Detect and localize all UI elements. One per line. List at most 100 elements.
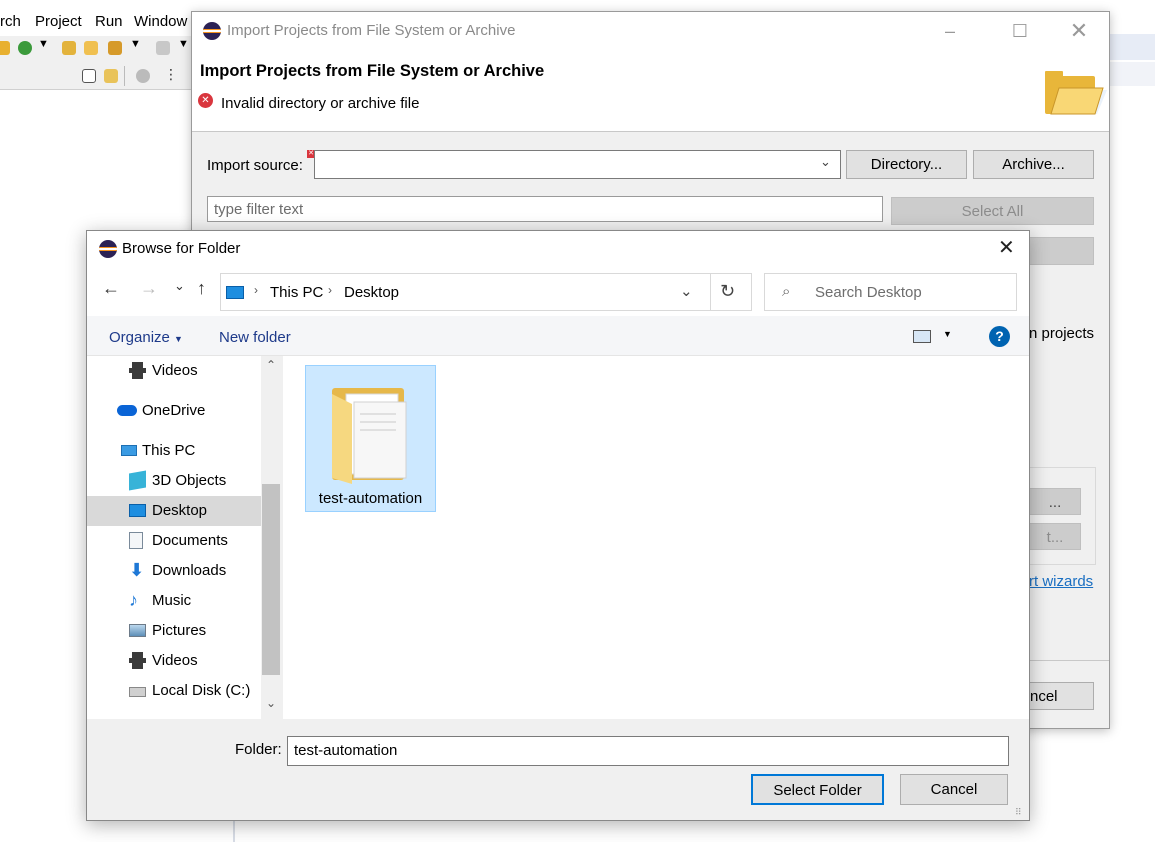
folder-item-test-automation[interactable]: test-automation: [305, 365, 436, 512]
3d-objects-icon: [129, 470, 146, 491]
chevron-down-icon[interactable]: ⌄: [680, 282, 693, 300]
organize-label: Organize: [109, 329, 170, 346]
breadcrumb-desktop[interactable]: Desktop: [344, 284, 399, 301]
new-icon[interactable]: [0, 41, 10, 55]
import-header-title: Import Projects from File System or Arch…: [200, 62, 545, 80]
tree-item-local-disk[interactable]: Local Disk (C:): [87, 676, 261, 706]
archive-button[interactable]: Archive...: [973, 150, 1094, 179]
dropdown-arrow-icon[interactable]: ▼: [130, 38, 141, 50]
search-icon: ⌕: [782, 283, 791, 300]
this-pc-icon: [121, 445, 137, 456]
tree-item-pictures[interactable]: Pictures: [87, 616, 261, 646]
close-icon[interactable]: ✕: [998, 235, 1015, 260]
collapse-all-icon[interactable]: [82, 69, 96, 83]
up-arrow-icon[interactable]: ↑: [197, 278, 206, 299]
cancel-button[interactable]: Cancel: [900, 774, 1008, 805]
help-icon[interactable]: ?: [989, 326, 1010, 347]
editor-divider: [233, 818, 235, 842]
folder-item-label: test-automation: [318, 490, 423, 507]
filter-placeholder: type filter text: [214, 201, 304, 218]
focus-icon[interactable]: [136, 69, 150, 83]
refresh-icon[interactable]: [18, 41, 32, 55]
downloads-icon: ⬇: [129, 560, 145, 580]
close-icon[interactable]: ✕: [1056, 12, 1102, 50]
link-editor-icon[interactable]: [104, 69, 118, 83]
import-cancel-button[interactable]: ncel: [1029, 682, 1094, 710]
tree-item-videos[interactable]: Videos: [87, 646, 261, 676]
eclipse-logo-icon: [203, 22, 221, 40]
view-menu-icon[interactable]: ⋮: [164, 66, 178, 83]
tree-item-downloads[interactable]: ⬇ Downloads: [87, 556, 261, 586]
select-folder-button[interactable]: Select Folder: [751, 774, 884, 805]
tree-item-label: Desktop: [152, 502, 208, 519]
open-project-icon[interactable]: [62, 41, 76, 55]
dropdown-arrow-icon[interactable]: ▼: [943, 329, 952, 339]
tree-item-3d-objects[interactable]: 3D Objects: [87, 466, 261, 496]
tree-item-label: OneDrive: [142, 402, 206, 419]
folder-name-value: test-automation: [294, 742, 398, 759]
breadcrumb-separator-icon: ›: [254, 283, 258, 297]
scroll-up-icon[interactable]: ⌃: [266, 358, 276, 372]
forward-arrow-icon[interactable]: →: [140, 278, 158, 299]
address-bar[interactable]: › This PC › Desktop ⌄ ↻: [220, 273, 752, 311]
onedrive-icon: [117, 405, 137, 416]
scrollbar-thumb[interactable]: [262, 484, 280, 675]
tree-item-documents[interactable]: Documents: [87, 526, 261, 556]
tree-item-desktop[interactable]: Desktop: [87, 496, 261, 526]
tree-item-label: 3D Objects: [152, 472, 227, 489]
directory-button[interactable]: Directory...: [846, 150, 967, 179]
folder-banner-icon: [1045, 71, 1107, 115]
import-source-label: Import source:: [207, 157, 303, 174]
download-icon[interactable]: [156, 41, 170, 55]
chevron-down-icon[interactable]: ⌄: [820, 154, 831, 170]
filter-input[interactable]: type filter text: [207, 196, 883, 222]
breadcrumb-this-pc[interactable]: This PC: [270, 284, 323, 301]
folder-icon: [332, 388, 407, 484]
search-box[interactable]: ⌕ Search Desktop: [764, 273, 1017, 311]
minimize-icon[interactable]: –: [927, 12, 973, 50]
import-wizards-link[interactable]: rt wizards: [1029, 573, 1093, 590]
maximize-icon[interactable]: ☐: [997, 12, 1043, 50]
recent-locations-chevron-icon[interactable]: ⌄: [174, 278, 185, 294]
new-folder-button[interactable]: New folder: [219, 329, 291, 346]
organize-menu[interactable]: Organize ▼: [109, 329, 183, 346]
import-dialog-title: Import Projects from File System or Arch…: [227, 22, 516, 39]
browse-dialog-titlebar: Browse for Folder ✕: [87, 231, 1029, 266]
tree-item-this-pc[interactable]: This PC: [87, 436, 261, 466]
folder-name-input[interactable]: test-automation: [287, 736, 1009, 766]
music-icon: ♪: [129, 590, 138, 610]
back-arrow-icon[interactable]: ←: [102, 278, 120, 299]
tree-item-videos-top[interactable]: Videos: [87, 356, 261, 386]
videos-icon: [129, 362, 146, 379]
menu-run[interactable]: Run: [95, 13, 123, 30]
tree-item-music[interactable]: ♪ Music: [87, 586, 261, 616]
tree-item-label: Documents: [152, 532, 228, 549]
local-disk-icon: [129, 687, 146, 697]
menu-window[interactable]: Window: [134, 13, 187, 30]
open-folder-icon[interactable]: [84, 41, 98, 55]
error-message: Invalid directory or archive file: [221, 95, 420, 112]
search-nested-projects-label: n projects: [1029, 325, 1095, 342]
working-set-new-button[interactable]: ...: [1029, 488, 1081, 515]
import-dialog-header: Import Projects from File System or Arch…: [192, 50, 1109, 132]
change-view-icon[interactable]: [913, 330, 931, 343]
select-all-button[interactable]: Select All: [891, 197, 1094, 225]
menu-project[interactable]: Project: [35, 13, 82, 30]
tree-scrollbar[interactable]: ⌃ ⌄: [261, 356, 283, 719]
dropdown-arrow-icon: ▼: [174, 334, 183, 344]
wand-icon[interactable]: [108, 41, 122, 55]
search-placeholder: Search Desktop: [815, 284, 922, 301]
working-set-select-button[interactable]: t...: [1029, 523, 1081, 550]
scroll-down-icon[interactable]: ⌄: [266, 696, 276, 710]
dropdown-arrow-icon[interactable]: ▼: [38, 38, 49, 50]
tree-item-label: Local Disk (C:): [152, 682, 251, 699]
tree-item-onedrive[interactable]: OneDrive: [87, 396, 261, 426]
menu-search[interactable]: rch: [0, 13, 21, 30]
browse-navbar: ← → ⌄ ↑ › This PC › Desktop ⌄ ↻ ⌕ Search…: [87, 266, 1029, 316]
dropdown-arrow-icon[interactable]: ▼: [178, 38, 189, 50]
resize-grip-icon[interactable]: ⠿: [1015, 807, 1022, 818]
breadcrumb-separator-icon: ›: [328, 283, 332, 297]
eclipse-toolbar: ▼ ▼ ▼: [0, 36, 200, 62]
import-source-combo[interactable]: ⌄: [314, 150, 841, 179]
refresh-icon[interactable]: ↻: [720, 281, 735, 302]
